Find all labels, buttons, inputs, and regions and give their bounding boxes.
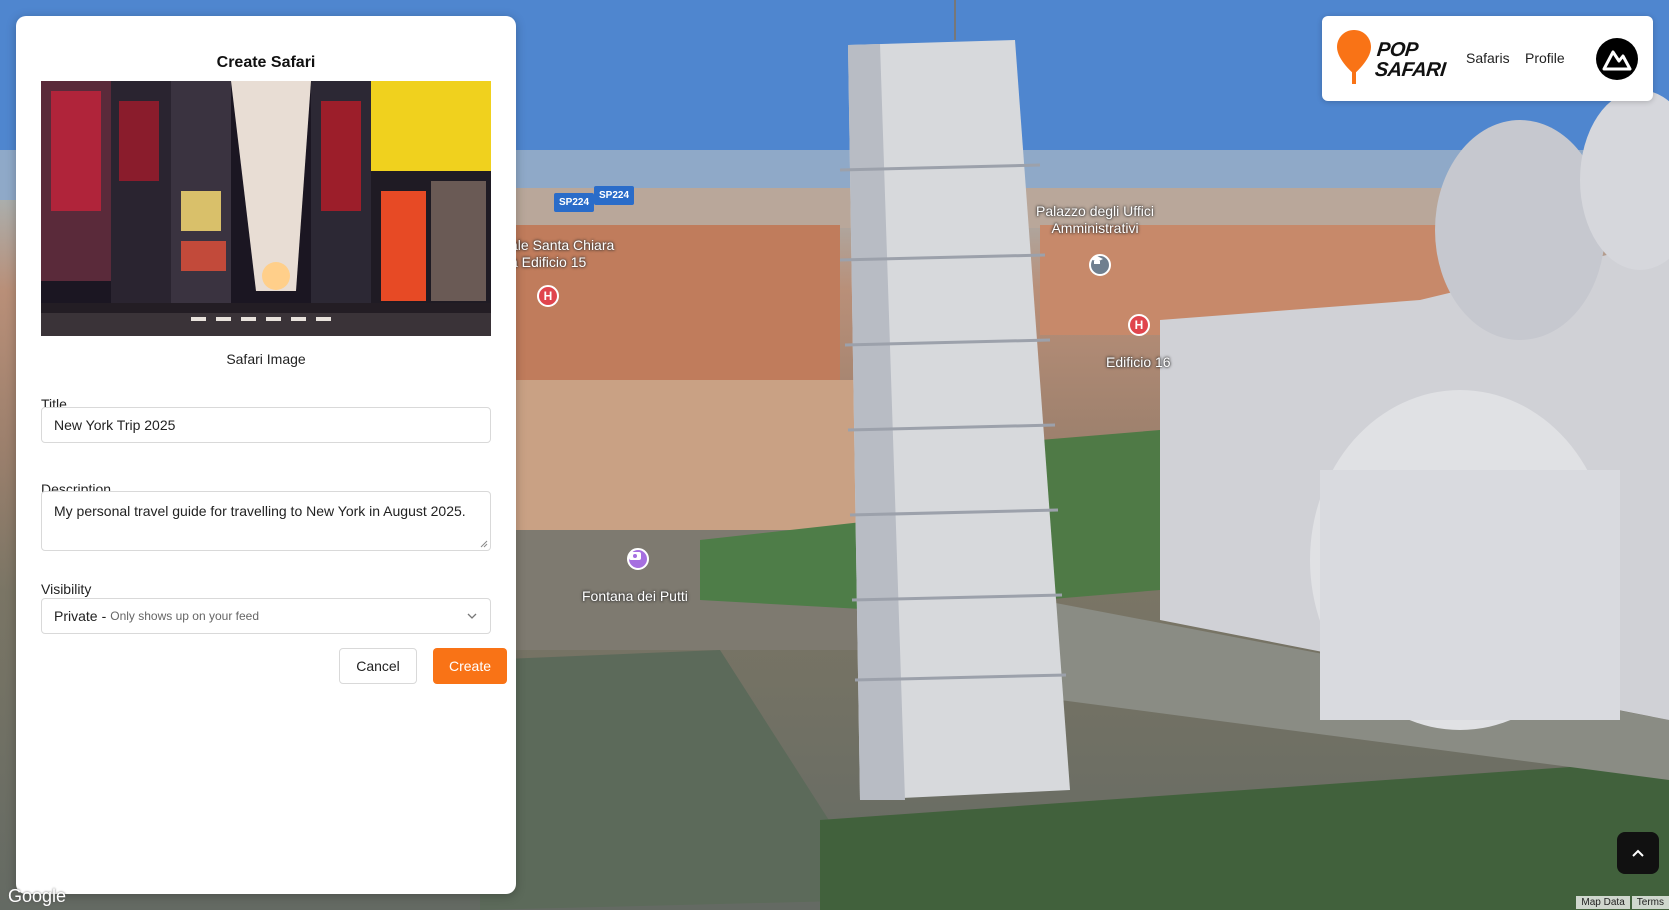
safari-image[interactable]: [41, 81, 491, 336]
road-shield: SP224: [594, 186, 635, 205]
map-attribution: Map Data Terms: [1576, 896, 1669, 909]
resize-grip-icon[interactable]: [480, 540, 488, 548]
graduation-cap-icon: [1091, 256, 1103, 264]
visibility-separator: -: [101, 608, 107, 624]
pop-safari-logo[interactable]: POP SAFARI: [1336, 30, 1446, 88]
location-pin-icon: [1337, 30, 1371, 84]
camera-pin-icon[interactable]: [627, 548, 649, 570]
logo-line: POP: [1375, 39, 1419, 61]
camera-icon: [629, 552, 641, 560]
road-shield: SP224: [554, 193, 595, 212]
create-safari-panel: Create Safari Safari Image Title New Yor…: [16, 16, 516, 894]
google-logo: Google: [8, 886, 67, 906]
cancel-button[interactable]: Cancel: [339, 648, 417, 684]
visibility-hint: Only shows up on your feed: [110, 609, 260, 623]
logo-line: SAFARI: [1373, 59, 1447, 81]
hospital-pin-icon[interactable]: H: [1128, 314, 1150, 336]
map-label-edificio-16[interactable]: Edificio 16: [1106, 354, 1171, 371]
map-data-link[interactable]: Map Data: [1576, 896, 1630, 909]
terms-link[interactable]: Terms: [1631, 896, 1669, 909]
map-label-santa-chiara[interactable]: ale Santa Chiara a Edificio 15: [510, 237, 614, 271]
map-label-line: a Edificio 15: [510, 254, 587, 270]
map-label-fontana[interactable]: Fontana dei Putti: [582, 588, 688, 605]
top-nav: POP SAFARI Safaris Profile: [1322, 16, 1653, 101]
education-pin-icon[interactable]: [1089, 254, 1111, 276]
visibility-value: Private: [54, 608, 98, 624]
visibility-select[interactable]: Private - Only shows up on your feed: [41, 598, 491, 634]
scroll-to-top-button[interactable]: [1617, 832, 1659, 874]
hospital-pin-icon[interactable]: H: [537, 285, 559, 307]
chevron-down-icon: [467, 613, 477, 619]
visibility-label: Visibility: [41, 581, 92, 597]
map-label-line: Palazzo degli Uffici: [1036, 203, 1155, 219]
mountain-avatar-icon: [1602, 50, 1632, 71]
map-label-line: Amministrativi: [1051, 220, 1139, 236]
chevron-up-icon: [1632, 849, 1644, 857]
logo-text: POP SAFARI: [1373, 39, 1449, 81]
title-input[interactable]: [41, 407, 491, 443]
map-label-palazzo[interactable]: Palazzo degli Uffici Amministrativi: [1036, 203, 1154, 237]
panel-title: Create Safari: [216, 54, 316, 71]
nav-link-safaris[interactable]: Safaris: [1466, 50, 1510, 66]
image-caption: Safari Image: [226, 351, 306, 367]
map-label-line: ale Santa Chiara: [510, 237, 615, 253]
create-button[interactable]: Create: [433, 648, 507, 684]
description-text: My personal travel guide for travelling …: [54, 503, 466, 519]
avatar[interactable]: [1596, 38, 1638, 80]
description-textarea[interactable]: My personal travel guide for travelling …: [41, 491, 491, 551]
nav-link-profile[interactable]: Profile: [1525, 50, 1565, 66]
times-square-photo: [41, 81, 491, 336]
